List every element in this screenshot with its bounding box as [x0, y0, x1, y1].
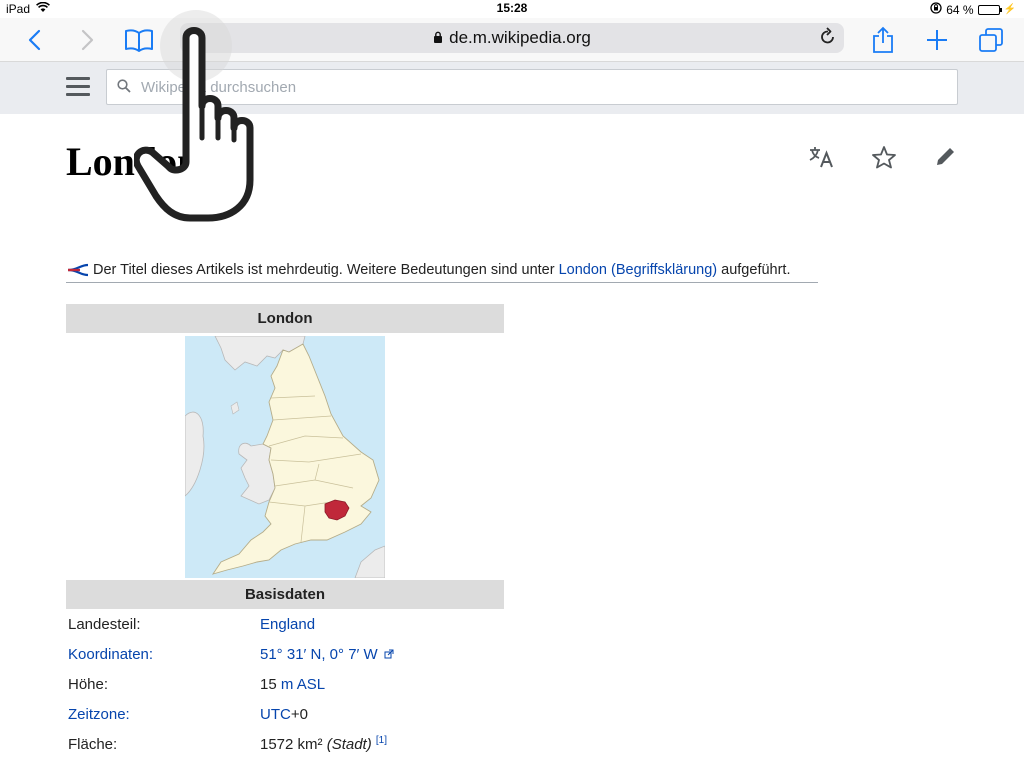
england-link[interactable]: England	[260, 616, 315, 633]
translate-icon	[809, 147, 833, 168]
tabs-icon	[979, 28, 1003, 52]
elevation-value: 15	[260, 675, 281, 693]
page-actions	[808, 145, 960, 176]
utc-offset: +0	[290, 705, 308, 723]
back-button[interactable]	[18, 24, 50, 56]
utc-link[interactable]: UTC	[260, 706, 291, 723]
plus-icon	[927, 30, 947, 50]
battery-icon	[977, 4, 1002, 15]
tabs-button[interactable]	[975, 24, 1007, 56]
hamburger-icon	[66, 77, 90, 80]
main-menu-button[interactable]	[66, 77, 90, 97]
disambiguation-icon	[67, 263, 89, 277]
reload-icon	[821, 27, 834, 44]
page-title: London	[66, 139, 200, 184]
infobox-row-zeitzone: Zeitzone: UTC+0	[66, 699, 504, 729]
infobox-title: London	[66, 304, 504, 333]
infobox-row-koordinaten: Koordinaten: 51° 31′ N, 0° 7′ W	[66, 639, 504, 669]
external-link-icon	[384, 649, 394, 658]
bookmarks-button[interactable]	[123, 24, 155, 56]
share-icon	[873, 26, 893, 53]
browser-toolbar: de.m.wikipedia.org	[0, 18, 1024, 62]
disambiguation-hatnote: Der Titel dieses Artikels ist mehrdeutig…	[66, 262, 818, 283]
infobox-rows: Landesteil: England Koordinaten: 51° 31′…	[66, 609, 504, 759]
orientation-lock-icon	[930, 2, 942, 17]
book-icon	[125, 29, 153, 52]
area-value: 1572 km²	[260, 736, 327, 753]
forward-button[interactable]	[72, 24, 104, 56]
reload-button[interactable]	[820, 27, 836, 50]
pencil-icon	[937, 148, 954, 165]
coordinates-link[interactable]: 51° 31′ N, 0° 7′ W	[260, 646, 378, 663]
infobox-row-landesteil: Landesteil: England	[66, 609, 504, 639]
infobox-row-flaeche: Fläche: 1572 km² (Stadt) [1]	[66, 729, 504, 759]
coordinates-label-link[interactable]: Koordinaten:	[68, 646, 153, 663]
infobox-section-header: Basisdaten	[66, 580, 504, 609]
edit-button[interactable]	[932, 145, 960, 176]
watch-button[interactable]	[870, 145, 898, 176]
search-input[interactable]	[141, 78, 957, 96]
share-button[interactable]	[867, 24, 899, 56]
status-bar: iPad 15:28 64 % ⚡	[0, 0, 1024, 18]
hatnote-text: Der Titel dieses Artikels ist mehrdeutig…	[93, 262, 559, 278]
search-box[interactable]	[106, 69, 958, 105]
wiki-header	[0, 62, 1024, 114]
star-icon	[872, 146, 896, 169]
search-icon	[117, 78, 137, 96]
clock: 15:28	[496, 1, 528, 15]
url-text: de.m.wikipedia.org	[449, 28, 591, 47]
address-bar[interactable]: de.m.wikipedia.org	[180, 23, 844, 53]
reference-link[interactable]: [1]	[376, 735, 387, 746]
chevron-right-icon	[81, 29, 94, 51]
row-label: Landesteil:	[68, 615, 141, 633]
charging-icon: ⚡	[1003, 4, 1016, 15]
infobox-row-hoehe: Höhe: 15 m ASL	[66, 669, 504, 699]
chevron-left-icon	[28, 29, 41, 51]
hamburger-icon-line	[66, 85, 90, 88]
new-tab-button[interactable]	[921, 24, 953, 56]
row-label: Höhe:	[68, 675, 109, 693]
timezone-label-link[interactable]: Zeitzone:	[68, 706, 130, 723]
battery-percent: 64 %	[946, 2, 974, 17]
elevation-unit-link[interactable]: m ASL	[281, 676, 325, 693]
locator-map[interactable]	[185, 336, 385, 578]
disambiguation-link[interactable]: London (Begriffsklärung)	[559, 262, 718, 278]
area-qualifier: (Stadt)	[326, 736, 372, 753]
row-label: Fläche:	[68, 735, 118, 753]
infobox: London Basisdaten Landesteil: England Ko…	[66, 304, 504, 759]
language-button[interactable]	[808, 145, 836, 176]
hatnote-text-end: aufgeführt.	[717, 262, 791, 278]
hamburger-icon-line	[66, 93, 90, 96]
status-right: 64 % ⚡	[930, 2, 1016, 17]
lock-icon	[433, 31, 443, 46]
